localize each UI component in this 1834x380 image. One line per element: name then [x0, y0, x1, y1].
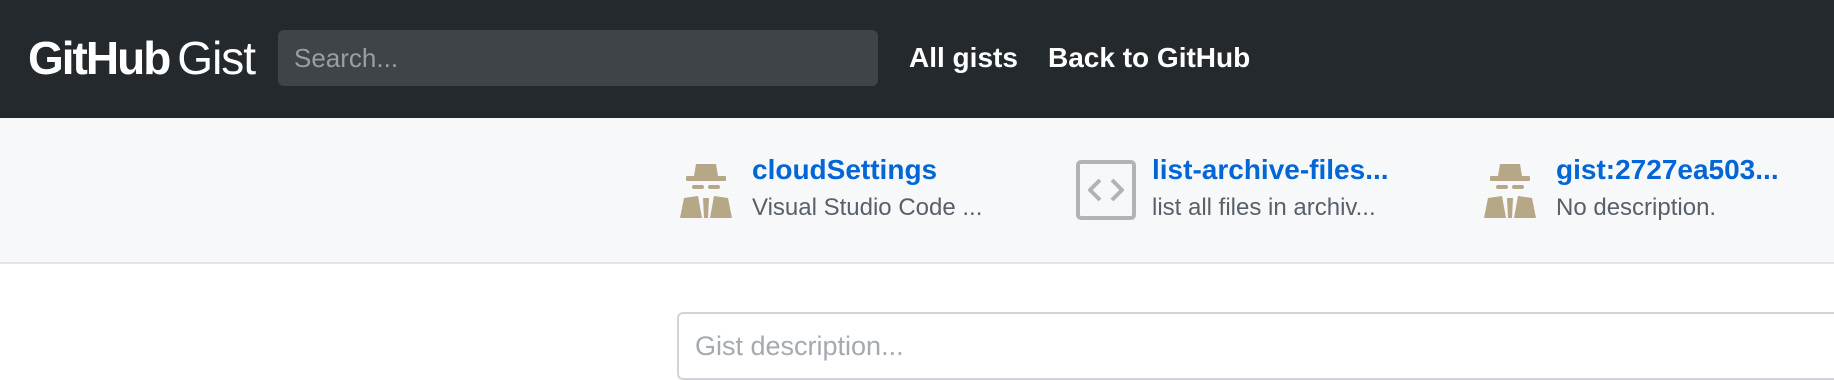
- recent-gist-description: No description.: [1556, 194, 1717, 221]
- search-input[interactable]: [278, 30, 878, 86]
- gist-description-input[interactable]: [677, 312, 1834, 380]
- logo-github-text: GitHub: [28, 32, 171, 84]
- logo-gist-text: Gist: [177, 32, 256, 84]
- recent-gist-title[interactable]: gist:2727ea503...: [1556, 154, 1779, 186]
- top-header: GitHub Gist All gists Back to GitHub: [0, 0, 1834, 118]
- recent-gist-description: Visual Studio Code ...: [752, 194, 983, 221]
- github-gist-logo[interactable]: GitHub Gist: [28, 30, 256, 86]
- nav-all-gists-link[interactable]: All gists: [909, 42, 1018, 74]
- recent-gist-description: list all files in archiv...: [1152, 194, 1376, 221]
- recent-gists-strip: cloudSettings Visual Studio Code ... lis…: [0, 118, 1834, 264]
- anonymous-user-icon: [1484, 164, 1536, 218]
- code-file-icon: [1076, 160, 1136, 220]
- recent-gist-title[interactable]: list-archive-files...: [1152, 154, 1389, 186]
- anonymous-user-icon: [680, 164, 732, 218]
- nav-back-to-github-link[interactable]: Back to GitHub: [1048, 42, 1250, 74]
- recent-gist-title[interactable]: cloudSettings: [752, 154, 937, 186]
